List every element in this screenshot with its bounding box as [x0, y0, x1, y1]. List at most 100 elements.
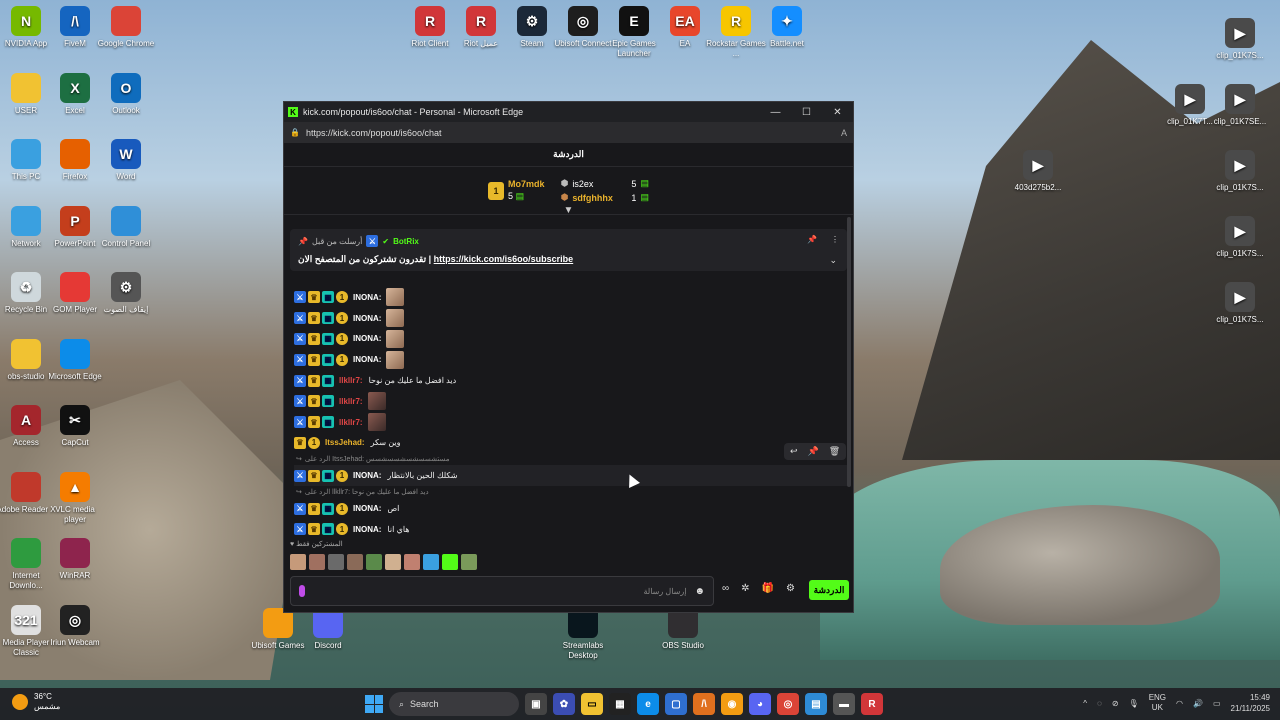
gift-badge-icon[interactable]: 1 — [336, 469, 348, 482]
quick-emote[interactable] — [347, 554, 363, 570]
chat-username[interactable]: llkllr7: — [339, 376, 363, 385]
infinity-icon[interactable]: ∞ — [722, 583, 729, 594]
crown-badge-icon[interactable]: ♛ — [308, 395, 320, 408]
gift-icon[interactable]: 🎁 — [762, 583, 774, 594]
tray-chevron-icon[interactable]: ^ — [1083, 699, 1087, 708]
crown-badge-icon[interactable]: ♛ — [308, 312, 320, 325]
unpin-icon[interactable]: 📌 — [807, 235, 817, 244]
expand-leaderboard-icon[interactable]: ▼ — [564, 205, 574, 216]
chat-message[interactable]: ⚔ ♛ ▦ 1 INONA: هاي انا — [294, 519, 849, 540]
store-icon[interactable]: ▦ — [609, 693, 631, 715]
app3-taskbar-icon[interactable]: ▬ — [833, 693, 855, 715]
chrome-taskbar-icon[interactable]: ◎ — [777, 693, 799, 715]
desktop-icon[interactable]: OBS Studio — [653, 608, 713, 651]
mod-badge-icon[interactable]: ⚔ — [294, 395, 306, 408]
reply-icon[interactable]: ↩ — [790, 446, 798, 457]
desktop-icon[interactable]: Discord — [298, 608, 358, 651]
chat-username[interactable]: INONA: — [353, 314, 381, 323]
reply-context[interactable]: ↪ الرد على ItssJehad: مستشسسشسشسسشسس — [294, 453, 849, 465]
wifi-icon[interactable]: ◠ — [1176, 699, 1183, 708]
desktop-icon[interactable]: WinRAR — [45, 538, 105, 581]
chat-username[interactable]: llkllr7: — [339, 397, 363, 406]
desktop-icon[interactable]: W Word — [96, 139, 156, 182]
desktop-icon[interactable]: ◎ Iriun Webcam — [45, 604, 105, 648]
chat-username[interactable]: INONA: — [353, 293, 381, 302]
kicks-icon[interactable]: ✲ — [741, 583, 749, 594]
edge-taskbar-icon[interactable]: e — [637, 693, 659, 715]
gift-badge-icon[interactable]: 1 — [336, 353, 348, 366]
sub-badge-icon[interactable]: ▦ — [322, 291, 334, 304]
chat-scrollbar[interactable] — [847, 217, 851, 487]
mod-badge-icon[interactable]: ⚔ — [294, 469, 306, 482]
discord-taskbar-icon[interactable]: ◕ — [749, 693, 771, 715]
gift-badge-icon[interactable]: 1 — [336, 312, 348, 325]
riot-taskbar-icon[interactable]: R — [861, 693, 883, 715]
tray-app-icon[interactable]: ◌ — [1097, 699, 1102, 708]
desktop-icon[interactable]: Microsoft Edge — [45, 338, 105, 382]
chat-message[interactable]: ♛ 1 ItssJehad: وين سكر — [294, 433, 849, 454]
chat-message[interactable]: ⚔ ♛ ▦ 1 INONA: — [294, 329, 849, 350]
quick-emote[interactable] — [461, 554, 477, 570]
gift-badge-icon[interactable]: 1 — [336, 332, 348, 345]
mod-badge-icon[interactable]: ⚔ — [294, 291, 306, 304]
quick-emote[interactable] — [423, 554, 439, 570]
desktop-icon[interactable]: ✂ CapCut — [45, 405, 105, 448]
crown-badge-icon[interactable]: ♛ — [308, 416, 320, 429]
app2-taskbar-icon[interactable]: ▤ — [805, 693, 827, 715]
desktop-icon[interactable]: ⚙ إيقاف الصوت — [96, 272, 156, 315]
desktop-icon[interactable]: ▶ clip_01K7S... — [1210, 150, 1270, 193]
language-indicator[interactable]: ENG UK — [1149, 693, 1166, 713]
pinned-user[interactable]: BotRix — [393, 237, 419, 246]
chat-message[interactable]: ⚔ ♛ ▦ 1 INONA: شكلك الحين بالانتظار — [294, 465, 849, 487]
address-url[interactable]: https://kick.com/popout/is6oo/chat — [306, 128, 442, 138]
tray-app2-icon[interactable]: ⊘ — [1112, 699, 1119, 708]
taskbar-search[interactable]: ⌕ Search — [389, 692, 519, 716]
desktop-icon[interactable]: ▲ VLC media player — [45, 471, 105, 525]
sub-badge-icon[interactable]: ▦ — [322, 312, 334, 325]
gift-badge-icon[interactable]: 1 — [308, 436, 320, 449]
sub-badge-icon[interactable]: ▦ — [322, 374, 334, 387]
crown-badge-icon[interactable]: ♛ — [308, 332, 320, 345]
emote-image[interactable] — [367, 392, 386, 411]
ubisoft-taskbar-icon[interactable]: ◉ — [721, 693, 743, 715]
maximize-button[interactable]: ☐ — [791, 107, 822, 118]
chat-username[interactable]: ItssJehad: — [325, 438, 365, 447]
leader3-name[interactable]: sdfghhhx — [572, 193, 627, 203]
crown-badge-icon[interactable]: ♛ — [308, 291, 320, 304]
window-titlebar[interactable]: K kick.com/popout/is6oo/chat - Personal … — [284, 102, 853, 122]
chat-username[interactable]: INONA: — [353, 525, 381, 534]
expand-pinned-icon[interactable]: ⌄ — [829, 255, 837, 266]
reply-context[interactable]: ↪ الرد على llkllr7: ديد افضل ما عليك من ن… — [294, 486, 849, 498]
crown-badge-icon[interactable]: ♛ — [308, 523, 320, 536]
read-aloud-icon[interactable]: A — [841, 128, 847, 138]
desktop-icon[interactable]: Streamlabs Desktop — [553, 608, 613, 661]
settings-icon[interactable]: ⚙ — [786, 583, 795, 594]
chat-username[interactable]: llkllr7: — [339, 418, 363, 427]
send-chat-button[interactable]: الدردشة — [809, 580, 849, 600]
chat-message[interactable]: ⚔ ♛ ▦ llkllr7: ديد افضل ما عليك من نوحا — [294, 370, 849, 391]
leader2-name[interactable]: is2ex — [572, 179, 627, 189]
chat-username[interactable]: INONA: — [353, 334, 381, 343]
desktop-icon[interactable]: O Outlook — [96, 72, 156, 116]
desktop-icon[interactable]: ▶ clip_01K7SE... — [1210, 84, 1270, 127]
desktop-icon[interactable]: ▶ clip_01K7S... — [1210, 282, 1270, 325]
chat-message[interactable]: ⚔ ♛ ▦ llkllr7: — [294, 391, 849, 412]
chat-message[interactable]: ⚔ ♛ ▦ 1 INONA: اص — [294, 498, 849, 519]
chat-username[interactable]: INONA: — [353, 355, 381, 364]
close-button[interactable]: ✕ — [822, 107, 853, 118]
leader-name[interactable]: Mo7mdk — [508, 179, 545, 189]
mod-badge-icon[interactable]: ⚔ — [294, 332, 306, 345]
minimize-button[interactable]: — — [760, 107, 791, 118]
chat-message[interactable]: ⚔ ♛ ▦ 1 INONA: — [294, 308, 849, 329]
emote-image[interactable] — [386, 329, 405, 348]
desktop-icon[interactable]: ▶ clip_01K7S... — [1210, 18, 1270, 61]
chat-username[interactable]: INONA: — [353, 471, 381, 480]
desktop-icon[interactable]: ✦ Battle.net — [757, 6, 817, 49]
quick-emote[interactable] — [385, 554, 401, 570]
crown-badge-icon[interactable]: ♛ — [294, 436, 306, 449]
crown-badge-icon[interactable]: ♛ — [308, 353, 320, 366]
start-button[interactable] — [365, 695, 383, 713]
address-bar[interactable]: 🔒 https://kick.com/popout/is6oo/chat A — [284, 122, 853, 143]
delete-icon[interactable]: 🗑 — [829, 446, 840, 457]
sub-badge-icon[interactable]: ▦ — [322, 332, 334, 345]
